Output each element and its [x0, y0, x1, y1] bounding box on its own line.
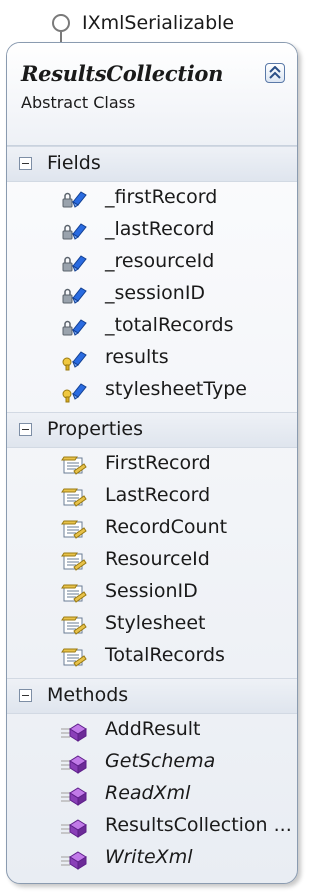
member-name: FirstRecord — [105, 452, 211, 474]
member-name: _sessionID — [105, 282, 206, 304]
field-row[interactable]: stylesheetType — [7, 376, 297, 408]
member-name: _totalRecords — [105, 314, 234, 336]
field-row[interactable]: _resourceId — [7, 248, 297, 280]
interface-circle-icon — [52, 14, 70, 32]
property-row[interactable]: LastRecord — [7, 482, 297, 514]
collapse-properties-icon[interactable] — [19, 423, 32, 436]
member-name: LastRecord — [105, 484, 211, 506]
class-kind: Abstract Class — [21, 93, 136, 112]
property-icon — [61, 487, 87, 509]
method-icon — [61, 753, 87, 775]
member-name: Stylesheet — [105, 612, 206, 634]
property-icon — [61, 583, 87, 605]
property-icon — [61, 551, 87, 573]
member-name: results — [105, 346, 169, 368]
method-icon — [61, 849, 87, 871]
property-row[interactable]: SessionID — [7, 578, 297, 610]
method-row[interactable]: ReadXml — [7, 780, 297, 812]
member-name: ResourceId — [105, 548, 210, 570]
field-row[interactable]: results — [7, 344, 297, 376]
section-fields[interactable]: Fields — [7, 146, 297, 182]
method-row[interactable]: WriteXml — [7, 844, 297, 876]
method-icon — [61, 721, 87, 743]
property-icon — [61, 455, 87, 477]
member-name: TotalRecords — [105, 644, 225, 666]
methods-list: AddResult GetSchema ReadXml ResultsCollecti… — [7, 714, 297, 880]
private-field-icon — [61, 189, 87, 211]
class-name[interactable]: ResultsCollection — [21, 61, 223, 86]
property-row[interactable]: TotalRecords — [7, 642, 297, 674]
section-properties[interactable]: Properties — [7, 412, 297, 448]
protected-field-icon — [61, 349, 87, 371]
member-name: _lastRecord — [105, 218, 215, 240]
interface-name: IXmlSerializable — [82, 12, 235, 34]
method-row[interactable]: ResultsCollection ... — [7, 812, 297, 844]
method-icon — [61, 785, 87, 807]
private-field-icon — [61, 317, 87, 339]
member-name: ResultsCollection ... — [105, 814, 292, 836]
member-name: SessionID — [105, 580, 198, 602]
property-icon — [61, 647, 87, 669]
section-label: Methods — [47, 684, 129, 706]
section-label: Fields — [47, 152, 101, 174]
member-name: AddResult — [105, 718, 201, 740]
method-icon — [61, 817, 87, 839]
property-row[interactable]: Stylesheet — [7, 610, 297, 642]
section-methods[interactable]: Methods — [7, 678, 297, 714]
collapse-shape-button[interactable] — [265, 63, 285, 83]
private-field-icon — [61, 221, 87, 243]
property-row[interactable]: ResourceId — [7, 546, 297, 578]
protected-field-icon — [61, 381, 87, 403]
property-row[interactable]: RecordCount — [7, 514, 297, 546]
collapse-methods-icon[interactable] — [19, 689, 32, 702]
properties-list: FirstRecord LastRecord RecordCount Resource… — [7, 448, 297, 678]
member-name: GetSchema — [105, 750, 216, 772]
member-name: RecordCount — [105, 516, 228, 538]
private-field-icon — [61, 285, 87, 307]
collapse-fields-icon[interactable] — [19, 157, 32, 170]
section-label: Properties — [47, 418, 144, 440]
fields-list: _firstRecord _lastRecord _resourceId _sessi… — [7, 182, 297, 412]
field-row[interactable]: _firstRecord — [7, 184, 297, 216]
field-row[interactable]: _sessionID — [7, 280, 297, 312]
property-row[interactable]: FirstRecord — [7, 450, 297, 482]
field-row[interactable]: _totalRecords — [7, 312, 297, 344]
member-name: ReadXml — [105, 782, 191, 804]
member-name: WriteXml — [105, 846, 193, 868]
class-header: ResultsCollection Abstract Class — [7, 43, 297, 146]
double-chevron-up-icon — [269, 66, 281, 79]
field-row[interactable]: _lastRecord — [7, 216, 297, 248]
class-shape[interactable]: ResultsCollection Abstract Class Fields … — [6, 42, 298, 884]
member-name: _resourceId — [105, 250, 215, 272]
member-name: stylesheetType — [105, 378, 247, 400]
property-icon — [61, 519, 87, 541]
private-field-icon — [61, 253, 87, 275]
method-row[interactable]: AddResult — [7, 716, 297, 748]
member-name: _firstRecord — [105, 186, 218, 208]
method-row[interactable]: GetSchema — [7, 748, 297, 780]
property-icon — [61, 615, 87, 637]
